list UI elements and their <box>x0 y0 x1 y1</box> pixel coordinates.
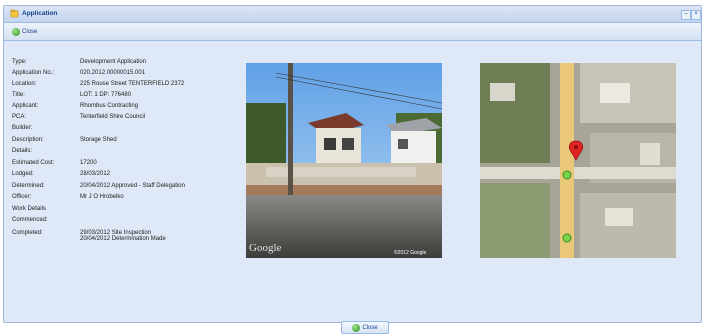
close-icon <box>12 28 20 36</box>
detail-label: Completed: <box>12 230 43 236</box>
copyright-text: ©2012 Google <box>394 249 427 256</box>
detail-label: Officer: <box>12 194 32 200</box>
detail-value: Tenterfield Shire Council <box>80 114 240 120</box>
application-icon <box>10 9 19 18</box>
detail-value: 225 Rouse Street TENTERFIELD 2372 <box>80 81 240 87</box>
detail-label: Type: <box>12 59 27 65</box>
detail-value: Mr J O Hrobelko <box>80 194 240 200</box>
window-titlebar: Application – × <box>4 6 701 23</box>
content-panel: Type: Development Application Application … <box>4 41 701 334</box>
detail-label: Builder: <box>12 125 33 131</box>
toolbar-close-button[interactable]: Close <box>12 27 37 37</box>
detail-value-line: 17200 <box>80 160 97 166</box>
detail-label: Application No.: <box>12 70 55 76</box>
google-watermark: Google <box>249 242 282 254</box>
detail-label: Description: <box>12 137 44 143</box>
detail-value-line: LOT: 1 DP: 776480 <box>80 92 132 98</box>
detail-value-line: 28/03/2012 <box>80 171 111 177</box>
close-icon <box>352 323 361 332</box>
application-window: Application – × Close Type: Development A… <box>3 5 702 334</box>
detail-label: Commenced: <box>12 217 48 223</box>
detail-label: Estimated Cost: <box>12 160 55 166</box>
detail-label: Applicant: <box>12 103 39 109</box>
detail-value-line: 20/04/2012 Approved - Staff Delegation <box>80 183 185 189</box>
detail-value-line: Rhombus Contracting <box>80 103 139 109</box>
window-title: Application <box>22 10 58 17</box>
window-close-button[interactable]: × <box>691 10 701 20</box>
detail-value-line: Mr J O Hrobelko <box>80 194 124 200</box>
detail-label: Lodged: <box>12 171 34 177</box>
street-view-image: Google ©2012 Google <box>246 63 442 258</box>
location-map[interactable] <box>480 63 676 258</box>
detail-value-line: 020.2012.00000015.001 <box>80 70 146 76</box>
detail-value-line: Storage Shed <box>80 137 117 143</box>
detail-value: 020.2012.00000015.001 <box>80 70 240 76</box>
detail-value: 17200 <box>80 160 240 166</box>
footer-close-button[interactable]: Close <box>341 321 389 334</box>
detail-label: PCA: <box>12 114 27 120</box>
detail-value-line: 20/04/2012 Determination Made <box>80 236 166 242</box>
detail-value: Rhombus Contracting <box>80 103 240 109</box>
detail-value: LOT: 1 DP: 776480 <box>80 92 240 98</box>
detail-label: Location: <box>12 81 37 87</box>
toolbar-close-label: Close <box>22 29 38 35</box>
detail-value: Storage Shed <box>80 137 240 143</box>
detail-value: Development Application <box>80 59 240 65</box>
detail-label: Title: <box>12 92 25 98</box>
detail-value-line: Development Application <box>80 59 147 65</box>
toolbar: Close <box>4 23 701 41</box>
footer-close-label: Close <box>362 324 378 331</box>
detail-label: Determined: <box>12 183 45 189</box>
detail-value-line: 225 Rouse Street TENTERFIELD 2372 <box>80 81 185 87</box>
detail-value: 29/03/2012 Site Inspection 20/04/2012 Det… <box>80 230 240 242</box>
detail-label: Work Details <box>12 206 46 212</box>
minimize-button[interactable]: – <box>681 10 691 20</box>
detail-label: Details: <box>12 148 33 154</box>
detail-value-line: Tenterfield Shire Council <box>80 114 146 120</box>
detail-value: 28/03/2012 <box>80 171 240 177</box>
detail-value: 20/04/2012 Approved - Staff Delegation <box>80 183 240 189</box>
